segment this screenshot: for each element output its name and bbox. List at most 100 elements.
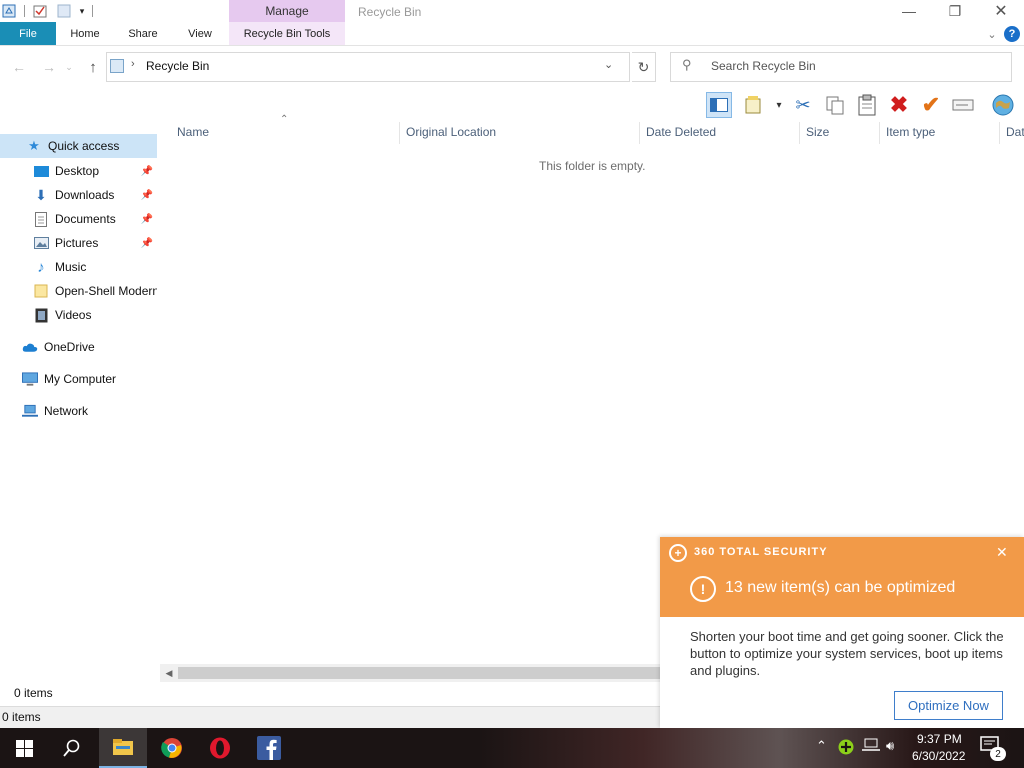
desktop-icon bbox=[33, 163, 49, 179]
optimize-now-button[interactable]: Optimize Now bbox=[894, 691, 1003, 720]
network-tray-icon[interactable] bbox=[862, 738, 880, 755]
column-header-original-location[interactable]: Original Location bbox=[406, 122, 496, 142]
sidebar-item-downloads[interactable]: ⬇ Downloads 📌 bbox=[0, 183, 157, 207]
search-icon: ⚲ bbox=[682, 57, 692, 72]
sidebar-item-documents[interactable]: Documents 📌 bbox=[0, 207, 157, 231]
breadcrumb[interactable]: Recycle Bin bbox=[146, 59, 209, 73]
scrollbar-thumb[interactable] bbox=[178, 667, 660, 679]
column-divider[interactable] bbox=[879, 122, 880, 144]
taskbar-search-button[interactable] bbox=[48, 728, 96, 768]
folder-options-icon[interactable] bbox=[742, 92, 768, 118]
tab-share[interactable]: Share bbox=[120, 22, 166, 46]
sidebar-item-onedrive[interactable]: OneDrive bbox=[0, 335, 157, 359]
clock-time[interactable]: 9:37 PM bbox=[917, 732, 962, 746]
cloud-icon bbox=[22, 339, 38, 355]
column-divider[interactable] bbox=[799, 122, 800, 144]
address-dropdown-chevron-icon[interactable]: ⌄ bbox=[604, 58, 613, 71]
expand-ribbon-chevron-icon[interactable]: ⌄ bbox=[984, 24, 1000, 44]
column-header-size[interactable]: Size bbox=[806, 122, 829, 142]
copy-icon[interactable] bbox=[822, 92, 848, 118]
taskbar-opera[interactable] bbox=[196, 728, 244, 768]
up-arrow-icon[interactable]: ↑ bbox=[82, 56, 104, 78]
cut-icon[interactable]: ✂ bbox=[790, 92, 816, 118]
column-header-name[interactable]: Name bbox=[177, 122, 209, 142]
music-icon: ♪ bbox=[37, 258, 45, 276]
close-icon[interactable]: ✕ bbox=[996, 544, 1008, 561]
tab-file[interactable]: File bbox=[0, 22, 56, 46]
column-divider[interactable] bbox=[999, 122, 1000, 144]
sidebar-item-label: OneDrive bbox=[44, 340, 95, 354]
sidebar-item-videos[interactable]: Videos bbox=[0, 303, 157, 327]
show-hidden-icons-chevron-icon[interactable]: ⌃ bbox=[816, 738, 827, 754]
pin-icon[interactable]: 📌 bbox=[141, 190, 153, 201]
sidebar-item-music[interactable]: ♪ Music bbox=[0, 255, 157, 279]
sidebar-item-label: Network bbox=[44, 404, 89, 418]
volume-icon[interactable]: 🔊︎ bbox=[886, 738, 894, 754]
sidebar-item-label: Quick access bbox=[48, 139, 120, 153]
sort-ascending-icon: ⌃ bbox=[280, 114, 289, 125]
column-header-date[interactable]: Dat bbox=[1006, 122, 1024, 142]
pictures-icon bbox=[33, 235, 49, 251]
sidebar-item-pictures[interactable]: Pictures 📌 bbox=[0, 231, 157, 255]
folder-options-dropdown-icon[interactable]: ▾ bbox=[772, 92, 786, 118]
pin-icon[interactable]: 📌 bbox=[141, 238, 153, 249]
status-bar bbox=[0, 706, 660, 728]
delete-icon[interactable]: ✖ bbox=[886, 92, 912, 118]
navigation-pane-toggle-icon[interactable] bbox=[706, 92, 732, 118]
360-logo-icon: + bbox=[669, 544, 687, 562]
qat-separator bbox=[24, 5, 25, 17]
forward-arrow-icon[interactable]: → bbox=[38, 56, 60, 78]
close-button[interactable]: ✕ bbox=[978, 0, 1024, 22]
sidebar-item-label: Desktop bbox=[55, 164, 100, 178]
sidebar-item-my-computer[interactable]: My Computer bbox=[0, 367, 157, 391]
tab-home[interactable]: Home bbox=[62, 22, 108, 46]
sidebar-item-open-shell-modern[interactable]: Open-Shell Modern bbox=[0, 279, 157, 303]
qat-dropdown-icon[interactable]: ▾ bbox=[74, 3, 90, 19]
window-title: Recycle Bin bbox=[358, 5, 422, 19]
rename-icon[interactable] bbox=[950, 92, 976, 118]
notification-title: 13 new item(s) can be optimized bbox=[725, 579, 956, 596]
column-header-item-type[interactable]: Item type bbox=[886, 122, 935, 142]
paste-icon[interactable] bbox=[854, 92, 880, 118]
sidebar-item-label: Music bbox=[55, 260, 87, 274]
recycle-bin-app-icon[interactable] bbox=[1, 3, 17, 19]
properties-icon[interactable] bbox=[32, 3, 48, 19]
clock-date[interactable]: 6/30/2022 bbox=[912, 749, 965, 763]
properties-check-icon[interactable]: ✔ bbox=[918, 92, 944, 118]
column-header-date-deleted[interactable]: Date Deleted bbox=[646, 122, 716, 142]
360-security-tray-icon[interactable] bbox=[838, 739, 854, 758]
minimize-button[interactable]: — bbox=[886, 0, 932, 22]
notification-body: Shorten your boot time and get going soo… bbox=[690, 629, 1004, 678]
globe-icon[interactable] bbox=[990, 92, 1016, 118]
network-icon bbox=[22, 403, 38, 419]
refresh-button[interactable]: ↻ bbox=[632, 52, 656, 82]
new-folder-icon[interactable] bbox=[56, 3, 72, 19]
tab-view[interactable]: View bbox=[178, 22, 222, 46]
empty-folder-message: This folder is empty. bbox=[539, 159, 646, 173]
maximize-button[interactable]: ❐ bbox=[932, 0, 978, 22]
pin-icon[interactable]: 📌 bbox=[141, 166, 153, 177]
column-divider[interactable] bbox=[639, 122, 640, 144]
breadcrumb-separator-icon[interactable]: › bbox=[131, 58, 135, 70]
sidebar-item-desktop[interactable]: Desktop 📌 bbox=[0, 159, 157, 183]
scroll-left-arrow-icon[interactable]: ◀ bbox=[160, 664, 178, 682]
document-icon bbox=[33, 211, 49, 227]
status-bar-item-count: 0 items bbox=[2, 710, 41, 724]
back-arrow-icon[interactable]: ← bbox=[8, 56, 30, 78]
taskbar-chrome[interactable] bbox=[148, 728, 196, 768]
column-divider[interactable] bbox=[399, 122, 400, 144]
sidebar-item-network[interactable]: Network bbox=[0, 399, 157, 423]
file-explorer-icon bbox=[113, 739, 133, 755]
taskbar-facebook[interactable] bbox=[245, 728, 293, 768]
pin-icon[interactable]: 📌 bbox=[141, 214, 153, 225]
status-item-count: 0 items bbox=[14, 686, 53, 700]
recent-locations-chevron-icon[interactable]: ⌄ bbox=[62, 56, 76, 78]
sidebar-item-label: Documents bbox=[55, 212, 116, 226]
start-button[interactable] bbox=[0, 728, 48, 768]
video-icon bbox=[33, 307, 49, 323]
taskbar-file-explorer[interactable] bbox=[99, 728, 147, 768]
sidebar-item-quick-access[interactable]: ★ Quick access bbox=[0, 134, 157, 158]
help-icon[interactable]: ? bbox=[1004, 26, 1020, 42]
tab-recycle-bin-tools[interactable]: Recycle Bin Tools bbox=[229, 22, 345, 46]
windows-logo-icon bbox=[15, 739, 33, 757]
